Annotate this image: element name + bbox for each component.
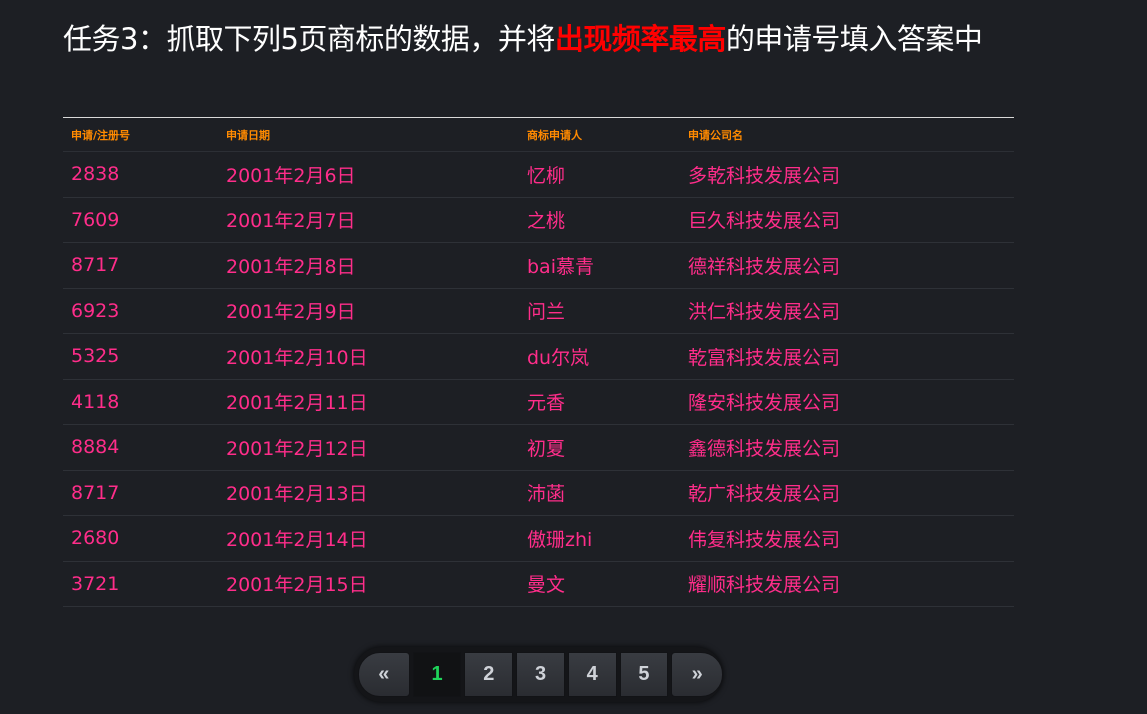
pagination-page-4[interactable]: 4 bbox=[567, 652, 617, 697]
applicant-cell: 之桃 bbox=[519, 197, 680, 243]
registration-no-cell: 8717 bbox=[63, 470, 218, 516]
task-title: 任务3：抓取下列5页商标的数据，并将出现频率最高的申请号填入答案中 bbox=[63, 0, 1003, 55]
application-date-cell: 2001年2月8日 bbox=[218, 242, 519, 289]
table-row: 4118 2001年2月11日 元香 隆安科技发展公司 bbox=[63, 379, 1014, 425]
column-header-company-name: 申请公司名 bbox=[680, 117, 1014, 152]
column-header-application-date: 申请日期 bbox=[218, 117, 519, 152]
registration-no-cell: 6923 bbox=[63, 288, 218, 334]
registration-no-cell: 4118 bbox=[63, 379, 218, 425]
applicant-cell: du尔岚 bbox=[519, 333, 680, 380]
registration-no-cell: 8884 bbox=[63, 424, 218, 471]
pagination-page-1[interactable]: 1 bbox=[412, 652, 462, 697]
application-date-cell: 2001年2月9日 bbox=[218, 288, 519, 334]
applicant-cell: 沛菡 bbox=[519, 470, 680, 516]
registration-no-cell: 2838 bbox=[63, 151, 218, 198]
pagination-prev-button[interactable]: « bbox=[358, 652, 410, 697]
registration-no-cell: 7609 bbox=[63, 197, 218, 243]
applicant-cell: 初夏 bbox=[519, 424, 680, 471]
registration-no-cell: 3721 bbox=[63, 561, 218, 607]
table-body: 2838 2001年2月6日 忆柳 多乾科技发展公司 7609 2001年2月7日 之桃 巨久… bbox=[63, 151, 1014, 607]
table-row: 7609 2001年2月7日 之桃 巨久科技发展公司 bbox=[63, 197, 1014, 243]
task-title-prefix: 任务3：抓取下列5页商标的数据，并将 bbox=[63, 22, 555, 56]
trademark-table: 申请/注册号 申请日期 商标申请人 申请公司名 2838 2001年2月6日 忆柳多… bbox=[63, 117, 1014, 607]
table-row: 3721 2001年2月15日 曼文 耀顺科技发展公司 bbox=[63, 561, 1014, 607]
applicant-cell: bai慕青 bbox=[519, 242, 680, 289]
table-row: 2838 2001年2月6日 忆柳 多乾科技发展公司 bbox=[63, 151, 1014, 198]
applicant-cell: 问兰 bbox=[519, 288, 680, 334]
company-name-cell: 洪仁科技发展公司 bbox=[680, 288, 1014, 334]
company-name-cell: 乾广科技发展公司 bbox=[680, 470, 1014, 516]
table-row: 5325 2001年2月10日 du尔岚 乾富科技发展公司 bbox=[63, 333, 1014, 380]
registration-no-cell: 5325 bbox=[63, 333, 218, 380]
application-date-cell: 2001年2月13日 bbox=[218, 470, 519, 516]
table-header-row: 申请/注册号 申请日期 商标申请人 申请公司名 bbox=[63, 117, 1014, 152]
company-name-cell: 隆安科技发展公司 bbox=[680, 379, 1014, 425]
task-title-suffix: 的申请号填入答案中 bbox=[725, 22, 983, 56]
task-title-highlight: 出现频率最高 bbox=[554, 22, 727, 56]
table-row: 8884 2001年2月12日 初夏 鑫德科技发展公司 bbox=[63, 424, 1014, 471]
applicant-cell: 元香 bbox=[519, 379, 680, 425]
registration-no-cell: 8717 bbox=[63, 242, 218, 289]
pagination-next-button[interactable]: » bbox=[671, 652, 723, 697]
application-date-cell: 2001年2月11日 bbox=[218, 379, 519, 425]
table-row: 8717 2001年2月13日 沛菡 乾广科技发展公司 bbox=[63, 470, 1014, 516]
pagination-page-2[interactable]: 2 bbox=[464, 652, 514, 697]
application-date-cell: 2001年2月10日 bbox=[218, 333, 519, 380]
table-row: 2680 2001年2月14日 傲珊zhi 伟复科技发展公司 bbox=[63, 515, 1014, 562]
registration-no-cell: 2680 bbox=[63, 515, 218, 562]
column-header-applicant: 商标申请人 bbox=[519, 117, 680, 152]
application-date-cell: 2001年2月12日 bbox=[218, 424, 519, 471]
company-name-cell: 德祥科技发展公司 bbox=[680, 242, 1014, 289]
application-date-cell: 2001年2月7日 bbox=[218, 197, 519, 243]
table-row: 6923 2001年2月9日 问兰 洪仁科技发展公司 bbox=[63, 288, 1014, 334]
applicant-cell: 曼文 bbox=[519, 561, 680, 607]
company-name-cell: 乾富科技发展公司 bbox=[680, 333, 1014, 380]
company-name-cell: 多乾科技发展公司 bbox=[680, 151, 1014, 198]
company-name-cell: 伟复科技发展公司 bbox=[680, 515, 1014, 562]
company-name-cell: 鑫德科技发展公司 bbox=[680, 424, 1014, 471]
pagination: « 1 2 3 4 5 » bbox=[354, 647, 723, 702]
main-content: 任务3：抓取下列5页商标的数据，并将出现频率最高的申请号填入答案中 申请/注册号… bbox=[63, 0, 1014, 607]
application-date-cell: 2001年2月14日 bbox=[218, 515, 519, 562]
table-row: 8717 2001年2月8日 bai慕青 德祥科技发展公司 bbox=[63, 242, 1014, 289]
company-name-cell: 巨久科技发展公司 bbox=[680, 197, 1014, 243]
pagination-page-5[interactable]: 5 bbox=[619, 652, 669, 697]
company-name-cell: 耀顺科技发展公司 bbox=[680, 561, 1014, 607]
applicant-cell: 傲珊zhi bbox=[519, 515, 680, 562]
application-date-cell: 2001年2月15日 bbox=[218, 561, 519, 607]
column-header-registration-no: 申请/注册号 bbox=[63, 117, 218, 152]
pagination-page-3[interactable]: 3 bbox=[516, 652, 565, 697]
application-date-cell: 2001年2月6日 bbox=[218, 151, 519, 198]
applicant-cell: 忆柳 bbox=[519, 151, 680, 198]
